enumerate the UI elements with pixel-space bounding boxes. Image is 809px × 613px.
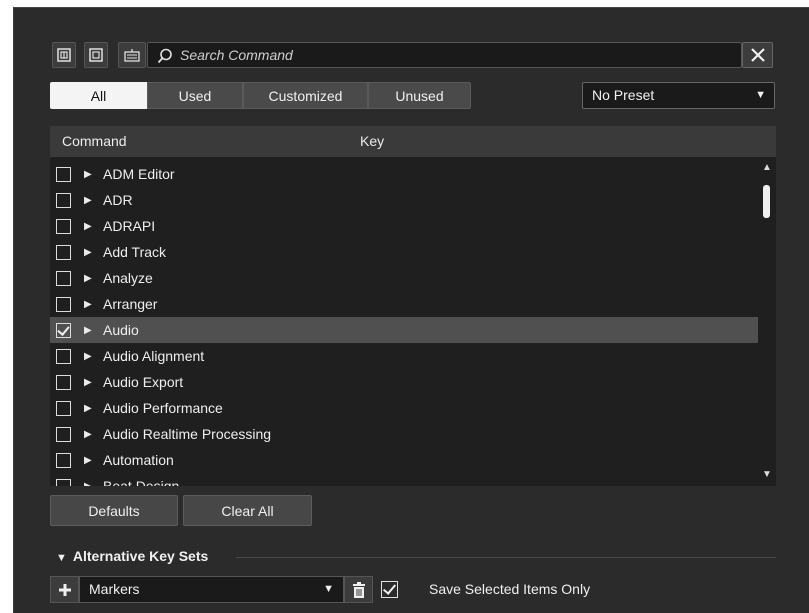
command-category-label: Analyze bbox=[103, 270, 153, 286]
command-row[interactable]: ▶ Audio Performance bbox=[50, 395, 758, 421]
search-field[interactable] bbox=[147, 42, 742, 68]
clear-all-button[interactable]: Clear All bbox=[183, 495, 312, 526]
expand-triangle-icon[interactable]: ▶ bbox=[84, 455, 92, 466]
key-set-dropdown[interactable]: Markers ▼ bbox=[79, 576, 344, 603]
row-checkbox[interactable] bbox=[56, 322, 71, 338]
command-row[interactable]: ▶ Audio bbox=[50, 317, 758, 343]
row-checkbox[interactable] bbox=[56, 166, 71, 182]
expand-all-icon bbox=[57, 48, 71, 62]
add-key-set-button[interactable] bbox=[50, 576, 79, 603]
command-category-label: Beat Design bbox=[103, 478, 180, 486]
delete-key-set-button[interactable] bbox=[344, 576, 373, 603]
preset-value: No Preset bbox=[592, 87, 655, 103]
keyboard-icon bbox=[124, 49, 140, 62]
command-row[interactable]: ▶ Arranger bbox=[50, 291, 758, 317]
keyboard-button[interactable] bbox=[118, 42, 146, 68]
expand-triangle-icon[interactable]: ▶ bbox=[84, 403, 92, 414]
command-category-label: Arranger bbox=[103, 296, 158, 312]
expand-all-button[interactable] bbox=[52, 42, 76, 68]
row-checkbox[interactable] bbox=[56, 400, 71, 416]
row-checkbox[interactable] bbox=[56, 244, 71, 260]
row-checkbox[interactable] bbox=[56, 374, 71, 390]
expand-triangle-icon[interactable]: ▶ bbox=[84, 325, 92, 336]
command-category-label: Audio Export bbox=[103, 374, 184, 390]
expand-triangle-icon[interactable]: ▶ bbox=[84, 221, 92, 232]
collapse-triangle-icon: ▼ bbox=[56, 552, 67, 564]
alt-key-sets-title: Alternative Key Sets bbox=[72, 548, 209, 564]
command-category-label: Audio Performance bbox=[103, 400, 223, 416]
clear-search-button[interactable] bbox=[742, 42, 773, 68]
filter-unused-tab[interactable]: Unused bbox=[368, 82, 471, 109]
command-row[interactable]: ▶ ADR bbox=[50, 187, 758, 213]
expand-triangle-icon[interactable]: ▶ bbox=[84, 299, 92, 310]
expand-triangle-icon[interactable]: ▶ bbox=[84, 377, 92, 388]
command-category-label: Audio Realtime Processing bbox=[103, 426, 272, 442]
expand-triangle-icon[interactable]: ▶ bbox=[84, 273, 92, 284]
expand-triangle-icon[interactable]: ▶ bbox=[84, 169, 92, 180]
command-column-header[interactable]: Command bbox=[62, 133, 127, 149]
row-checkbox[interactable] bbox=[56, 192, 71, 208]
row-checkbox[interactable] bbox=[56, 426, 71, 442]
plus-icon bbox=[58, 583, 71, 596]
command-category-label: Audio bbox=[103, 322, 139, 338]
save-selected-checkbox[interactable] bbox=[381, 581, 398, 598]
expand-triangle-icon[interactable]: ▶ bbox=[84, 247, 92, 258]
command-row[interactable]: ▶ Audio Realtime Processing bbox=[50, 421, 758, 447]
command-list-header: Command Key bbox=[50, 126, 776, 157]
expand-triangle-icon[interactable]: ▶ bbox=[84, 195, 92, 206]
key-column-header[interactable]: Key bbox=[360, 133, 384, 149]
alt-key-sets-section[interactable]: ▼ Alternative Key Sets bbox=[56, 548, 208, 564]
dropdown-arrow-icon: ▼ bbox=[755, 89, 766, 101]
scrollbar[interactable]: ▲ ▼ bbox=[758, 157, 776, 486]
row-checkbox[interactable] bbox=[56, 296, 71, 312]
key-set-value: Markers bbox=[89, 581, 140, 597]
row-checkbox[interactable] bbox=[56, 270, 71, 286]
command-list[interactable]: ▶ ADM Editor ▶ ADR ▶ ADRAPI ▶ Add Track ▶ Analyze… bbox=[50, 157, 776, 486]
command-row[interactable]: ▶ Analyze bbox=[50, 265, 758, 291]
preset-dropdown[interactable]: No Preset ▼ bbox=[582, 82, 775, 109]
scroll-down-icon[interactable]: ▼ bbox=[762, 469, 772, 480]
command-row[interactable]: ▶ Automation bbox=[50, 447, 758, 473]
scroll-up-icon[interactable]: ▲ bbox=[762, 162, 772, 173]
command-row[interactable]: ▶ ADRAPI bbox=[50, 213, 758, 239]
command-row[interactable]: ▶ Beat Design bbox=[50, 473, 758, 486]
expand-triangle-icon[interactable]: ▶ bbox=[84, 481, 92, 487]
command-category-label: Audio Alignment bbox=[103, 348, 205, 364]
command-row[interactable]: ▶ ADM Editor bbox=[50, 161, 758, 187]
row-checkbox[interactable] bbox=[56, 348, 71, 364]
search-input[interactable] bbox=[178, 43, 728, 67]
filter-customized-tab[interactable]: Customized bbox=[243, 82, 368, 109]
search-icon bbox=[157, 48, 172, 64]
close-icon bbox=[750, 48, 765, 62]
save-selected-label: Save Selected Items Only bbox=[429, 581, 591, 597]
section-divider bbox=[236, 557, 776, 558]
command-row[interactable]: ▶ Audio Alignment bbox=[50, 343, 758, 369]
command-category-label: Add Track bbox=[103, 244, 167, 260]
command-category-label: ADM Editor bbox=[103, 166, 175, 182]
command-category-label: ADR bbox=[103, 192, 133, 208]
collapse-all-icon bbox=[89, 48, 103, 62]
dropdown-arrow-icon: ▼ bbox=[323, 583, 334, 595]
collapse-all-button[interactable] bbox=[84, 42, 108, 68]
command-category-label: ADRAPI bbox=[103, 218, 156, 234]
expand-triangle-icon[interactable]: ▶ bbox=[84, 429, 92, 440]
defaults-button[interactable]: Defaults bbox=[50, 495, 178, 526]
command-row[interactable]: ▶ Add Track bbox=[50, 239, 758, 265]
command-category-label: Automation bbox=[103, 452, 174, 468]
row-checkbox[interactable] bbox=[56, 478, 71, 486]
command-row[interactable]: ▶ Audio Export bbox=[50, 369, 758, 395]
trash-icon bbox=[352, 581, 365, 598]
scroll-thumb[interactable] bbox=[763, 185, 770, 218]
filter-used-tab[interactable]: Used bbox=[147, 82, 243, 109]
expand-triangle-icon[interactable]: ▶ bbox=[84, 351, 92, 362]
row-checkbox[interactable] bbox=[56, 452, 71, 468]
filter-all-tab[interactable]: All bbox=[50, 82, 147, 109]
row-checkbox[interactable] bbox=[56, 218, 71, 234]
